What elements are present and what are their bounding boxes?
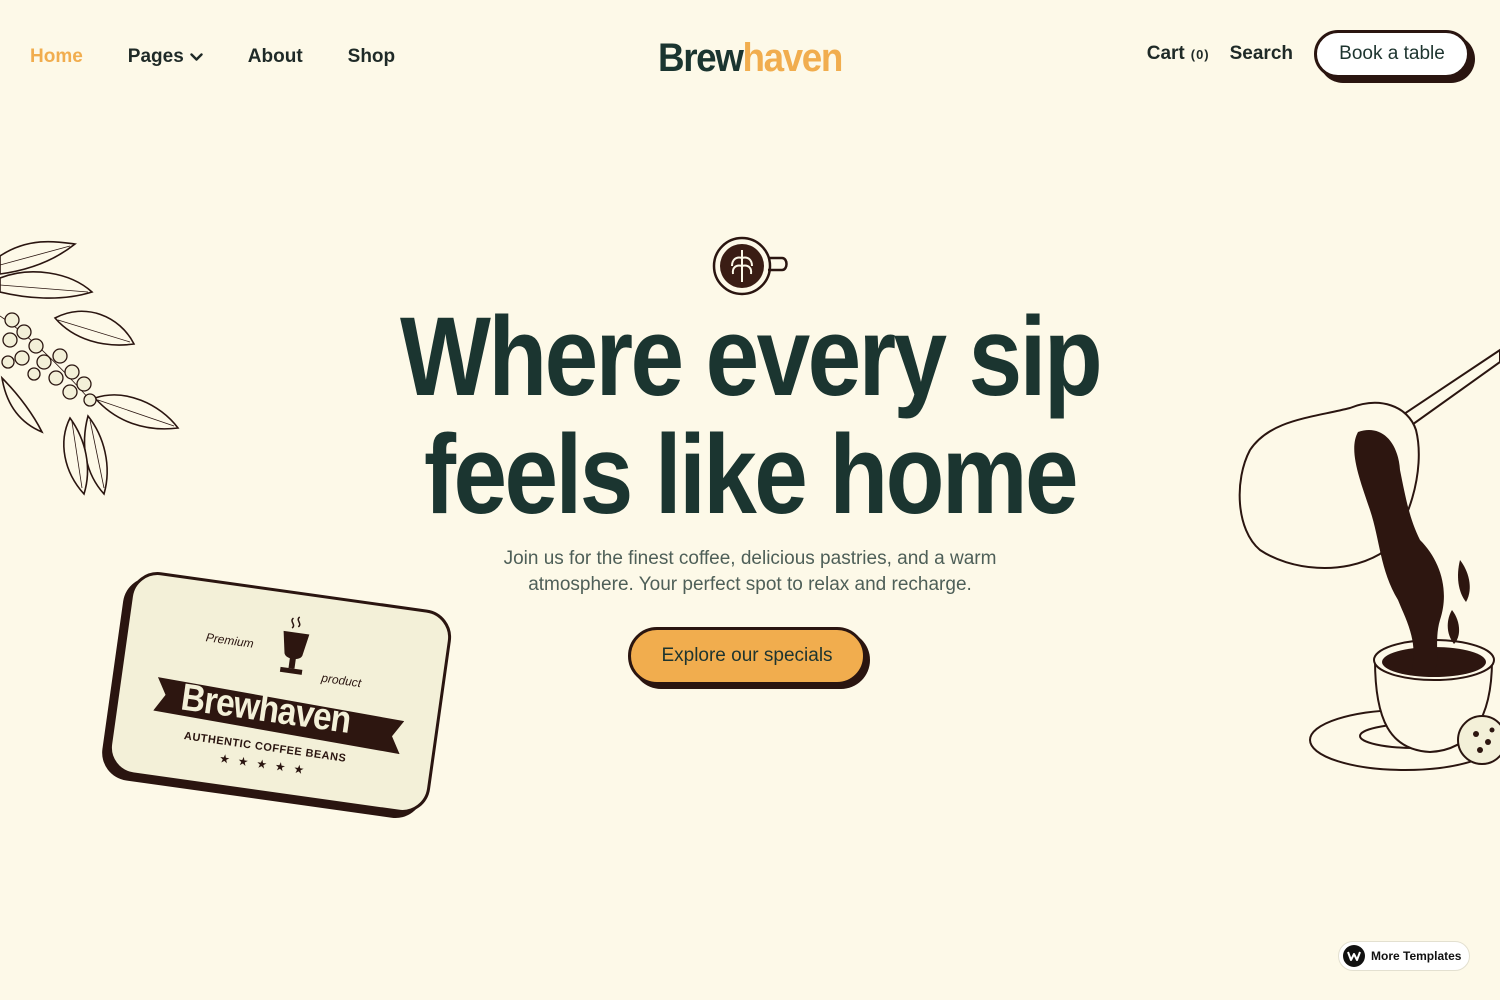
brand-logo[interactable]: Brewhaven	[658, 36, 843, 81]
hero-headline-line2-text: feels like home	[424, 412, 1078, 537]
latte-cup-icon	[712, 236, 788, 296]
badge-premium-label: Premium	[205, 630, 255, 651]
more-templates-label: More Templates	[1371, 949, 1462, 963]
hero-subtext: Join us for the finest coffee, delicious…	[503, 548, 997, 595]
cart-label: Cart	[1146, 43, 1185, 64]
nav-home-link[interactable]: Home	[30, 46, 83, 68]
brand-logo-part2: haven	[742, 36, 843, 80]
badge-product-label: product	[320, 670, 363, 691]
webflow-logo-icon	[1343, 945, 1365, 967]
nav-pages-label: Pages	[127, 46, 184, 67]
brand-logo-part1: Brew	[658, 36, 744, 80]
main-nav: Home Pages About Shop	[30, 46, 395, 68]
brand-badge-card: Premium product Brewhaven AUTHENTIC COFF…	[105, 568, 455, 817]
header-actions: Cart (0) Search Book a table	[1147, 30, 1470, 78]
nav-shop-link[interactable]: Shop	[348, 46, 396, 68]
nav-pages-dropdown[interactable]: Pages	[128, 46, 203, 68]
more-templates-button[interactable]: More Templates	[1338, 941, 1470, 971]
chevron-down-icon	[190, 46, 203, 68]
coffee-pot-pour-illustration	[1238, 348, 1500, 771]
trophy-cup-icon	[279, 616, 310, 675]
search-link[interactable]: Search	[1230, 43, 1293, 65]
cart-count-badge: (0)	[1190, 46, 1210, 62]
nav-about-link[interactable]: About	[248, 46, 303, 68]
hero-headline-line1-text: Where every sip	[399, 294, 1103, 419]
cart-link[interactable]: Cart (0)	[1147, 43, 1210, 65]
book-table-button[interactable]: Book a table	[1314, 30, 1470, 78]
explore-specials-button[interactable]: Explore our specials	[628, 627, 866, 685]
